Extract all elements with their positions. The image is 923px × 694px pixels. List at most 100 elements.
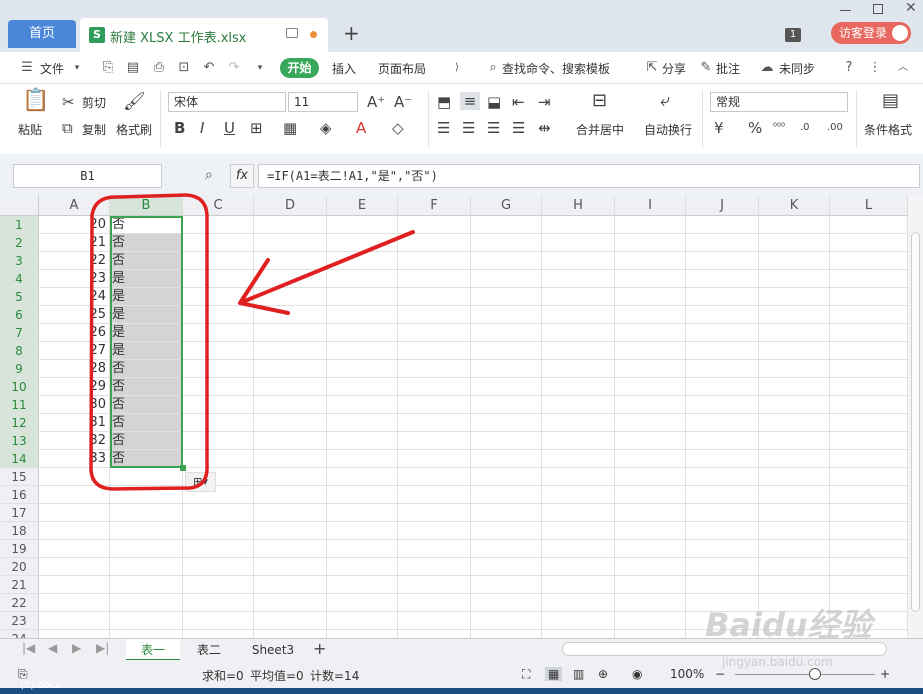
column-header-l[interactable]: L [830, 196, 908, 216]
wrap-text-button[interactable]: 自动换行 [644, 121, 692, 138]
cloud-icon[interactable]: ☁ [760, 61, 774, 75]
sync-status[interactable]: 未同步 [779, 60, 815, 77]
cell[interactable] [759, 540, 830, 558]
print-preview-icon[interactable]: ⊡ [177, 61, 191, 75]
eye-protection-icon[interactable]: ◉ [632, 667, 642, 681]
cell[interactable] [254, 612, 327, 630]
cell[interactable] [686, 378, 759, 396]
cell[interactable] [615, 306, 686, 324]
cell[interactable] [398, 468, 471, 486]
cell[interactable] [398, 216, 471, 234]
cell[interactable] [686, 522, 759, 540]
cell[interactable] [759, 342, 830, 360]
cell[interactable] [254, 306, 327, 324]
cell[interactable] [759, 306, 830, 324]
cell[interactable] [327, 450, 398, 468]
column-header-g[interactable]: G [471, 196, 542, 216]
cell[interactable] [615, 414, 686, 432]
cell[interactable] [542, 396, 615, 414]
prev-sheet-icon[interactable]: ◀ [48, 641, 57, 655]
format-painter-button[interactable]: 格式刷 [116, 121, 152, 138]
cell[interactable] [471, 468, 542, 486]
cell[interactable] [615, 486, 686, 504]
cell[interactable] [471, 396, 542, 414]
document-tab[interactable]: S 新建 XLSX 工作表.xlsx [80, 18, 328, 52]
cell[interactable] [110, 594, 183, 612]
cell[interactable] [542, 378, 615, 396]
menu-start[interactable]: 开始 [280, 58, 319, 78]
cell[interactable] [542, 288, 615, 306]
cell[interactable] [327, 324, 398, 342]
cell[interactable] [759, 360, 830, 378]
justify-icon[interactable]: ☰ [512, 119, 525, 137]
cell[interactable] [39, 540, 110, 558]
cell[interactable] [183, 414, 254, 432]
cell[interactable] [471, 414, 542, 432]
cell[interactable] [398, 360, 471, 378]
row-header[interactable]: 2 [0, 234, 39, 252]
cell[interactable] [542, 522, 615, 540]
align-top-icon[interactable]: ⬒ [437, 93, 451, 111]
cell[interactable] [398, 432, 471, 450]
cell[interactable] [830, 342, 908, 360]
cell[interactable] [615, 252, 686, 270]
cell[interactable] [830, 396, 908, 414]
cell[interactable] [39, 612, 110, 630]
underline-icon[interactable]: U [224, 119, 235, 137]
cell[interactable] [254, 396, 327, 414]
column-header-a[interactable]: A [39, 196, 110, 216]
cell[interactable] [183, 594, 254, 612]
cell[interactable] [254, 414, 327, 432]
print-icon[interactable]: ⎙ [152, 61, 166, 75]
cell[interactable] [471, 630, 542, 638]
cell[interactable] [39, 468, 110, 486]
zoom-lookup-icon[interactable]: ⌕ [205, 167, 213, 183]
cell[interactable] [542, 216, 615, 234]
cell[interactable] [471, 504, 542, 522]
minimize-icon[interactable] [840, 10, 851, 11]
cell[interactable] [254, 576, 327, 594]
cell[interactable] [254, 630, 327, 638]
distribute-icon[interactable]: ⇹ [538, 119, 551, 137]
cell[interactable] [686, 450, 759, 468]
cell[interactable] [183, 234, 254, 252]
cell[interactable] [830, 414, 908, 432]
normal-view-icon[interactable]: ▦ [545, 667, 563, 681]
cell[interactable] [542, 486, 615, 504]
cell[interactable] [830, 450, 908, 468]
cell[interactable] [327, 378, 398, 396]
column-header-h[interactable]: H [542, 196, 615, 216]
font-color-icon[interactable]: A [356, 119, 366, 137]
fill-color-icon[interactable]: ◈ [320, 119, 332, 137]
cell[interactable] [398, 288, 471, 306]
row-header[interactable]: 5 [0, 288, 39, 306]
cell[interactable] [759, 522, 830, 540]
cell[interactable] [686, 342, 759, 360]
row-header[interactable]: 8 [0, 342, 39, 360]
cell-a[interactable]: 30 [39, 396, 110, 414]
cell[interactable] [471, 558, 542, 576]
search-icon[interactable]: ⌕ [486, 61, 500, 75]
cell[interactable] [183, 360, 254, 378]
cell[interactable] [542, 432, 615, 450]
cell[interactable] [327, 306, 398, 324]
column-header-b[interactable]: B [110, 196, 183, 216]
menu-page-layout[interactable]: 页面布局 [378, 60, 426, 77]
cell[interactable] [183, 630, 254, 638]
row-header[interactable]: 24 [0, 630, 39, 638]
cell-a[interactable]: 20 [39, 216, 110, 234]
cell[interactable] [471, 324, 542, 342]
cell[interactable] [686, 558, 759, 576]
cell[interactable] [615, 630, 686, 638]
first-sheet-icon[interactable]: |◀ [22, 641, 35, 655]
paste-button[interactable]: 粘贴 [18, 121, 42, 138]
share-icon[interactable]: ⇱ [645, 61, 659, 75]
cell[interactable] [398, 324, 471, 342]
row-header[interactable]: 10 [0, 378, 39, 396]
cell[interactable] [471, 576, 542, 594]
cell[interactable] [110, 630, 183, 638]
column-header-j[interactable]: J [686, 196, 759, 216]
scissors-icon[interactable]: ✂ [62, 93, 75, 111]
cell[interactable] [254, 252, 327, 270]
merge-center-button[interactable]: 合并居中 [576, 121, 624, 138]
